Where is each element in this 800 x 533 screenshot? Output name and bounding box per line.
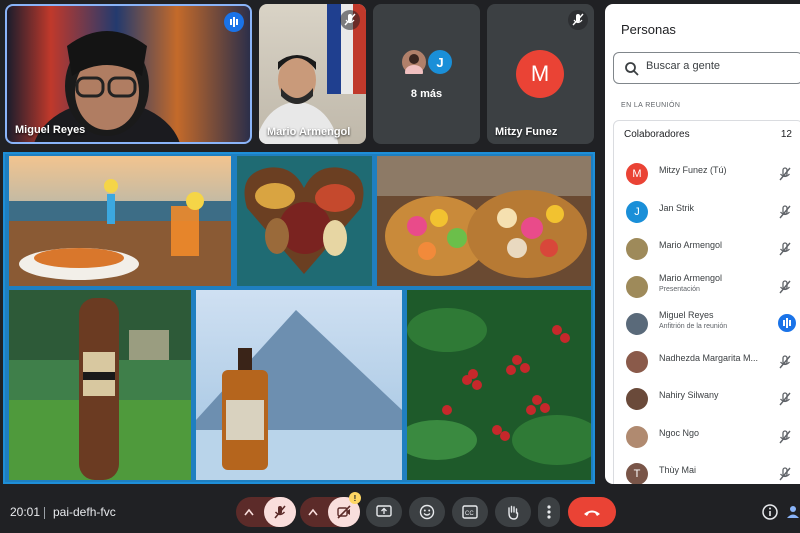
section-label: EN LA REUNIÓN (621, 102, 681, 109)
panel-title: Personas (621, 22, 676, 37)
speaking-indicator-icon (224, 12, 244, 32)
avatar: M (516, 50, 564, 98)
participant-row[interactable]: Mario Armengol Presentación (614, 270, 800, 306)
reactions-button[interactable] (409, 497, 445, 527)
participant-name: Nahiry Silwany (659, 390, 719, 400)
participant-name: Nadhezda Margarita M... (659, 352, 759, 363)
avatar: T (626, 463, 648, 484)
group-title[interactable]: Colaboradores (624, 129, 690, 140)
clock: 20:01 (10, 505, 41, 519)
shared-presentation[interactable] (3, 152, 595, 484)
mic-off-icon[interactable] (776, 390, 794, 408)
mic-off-icon[interactable] (776, 428, 794, 446)
mic-options-button[interactable] (236, 497, 262, 527)
mic-toggle-button[interactable] (264, 497, 296, 527)
camera-warning-badge: ! (349, 492, 361, 504)
participant-role: Anfitrión de la reunión (659, 323, 728, 330)
emoji-icon (419, 504, 435, 520)
avatar (626, 238, 648, 260)
chevron-up-icon (244, 508, 254, 516)
participant-row[interactable]: Ngoc Ngo (614, 420, 800, 456)
camera-off-icon (337, 505, 351, 519)
group-count: 12 (780, 129, 792, 140)
participant-row[interactable]: Miguel Reyes Anfitrión de la reunión (614, 307, 800, 343)
search-input[interactable] (646, 60, 796, 72)
avatar (400, 48, 428, 76)
participant-name: Miguel Reyes (659, 310, 714, 320)
chevron-up-icon (308, 508, 318, 516)
camera-options-button[interactable] (300, 497, 326, 527)
photo-cigar (9, 290, 191, 480)
participant-name: Thùy Mai (659, 465, 697, 475)
mic-off-icon[interactable] (776, 353, 794, 371)
more-count: 8 más (410, 88, 443, 100)
divider (44, 507, 45, 519)
participant-row[interactable]: Mario Armengol (614, 232, 800, 268)
collaborators-group: Colaboradores 12 M Mitzy Funez (Tú) J Jan S… (613, 120, 800, 484)
meeting-info-button[interactable] (760, 502, 780, 522)
mic-off-icon (568, 10, 588, 30)
mic-off-icon[interactable] (776, 165, 794, 183)
participant-name: Ngoc Ngo (659, 427, 700, 438)
tile-mitzy-funez[interactable]: M Mitzy Funez (487, 4, 594, 144)
present-screen-button[interactable] (366, 497, 402, 527)
info-icon (762, 504, 778, 520)
leave-call-button[interactable] (568, 497, 616, 527)
avatar: M (626, 163, 648, 185)
participant-name: Mario Armengol (267, 126, 351, 138)
more-vert-icon (547, 505, 551, 519)
speaking-indicator-icon[interactable] (778, 314, 796, 332)
avatar (626, 425, 648, 448)
svg-text:CC: CC (465, 511, 474, 517)
avatar (626, 313, 648, 335)
avatar: J (426, 48, 454, 76)
participant-row[interactable]: Nahiry Silwany (614, 382, 800, 418)
hang-up-icon (584, 510, 600, 516)
tile-mario-armengol[interactable]: Mario Armengol (259, 4, 366, 144)
present-screen-icon (376, 505, 392, 517)
photo-beach-dinner (9, 156, 231, 286)
participant-row[interactable]: Nadhezda Margarita M... (614, 345, 800, 381)
participant-name: Mario Armengol (659, 272, 723, 283)
people-icon (787, 506, 799, 518)
search-box[interactable] (613, 52, 800, 84)
photo-sweets-basket (377, 156, 591, 286)
participant-name: Mitzy Funez (Tú) (659, 165, 727, 175)
raise-hand-icon (508, 505, 519, 520)
participant-row[interactable]: M Mitzy Funez (Tú) (614, 157, 800, 193)
mic-off-icon[interactable] (776, 203, 794, 221)
meeting-code: pai-defh-fvc (53, 505, 116, 519)
microphone-control (236, 497, 296, 527)
more-options-button[interactable] (538, 497, 560, 527)
captions-button[interactable]: CC (452, 497, 488, 527)
participant-name: Miguel Reyes (15, 124, 86, 136)
mic-off-icon[interactable] (776, 240, 794, 258)
tile-miguel-reyes[interactable]: Miguel Reyes (5, 4, 252, 144)
avatar (626, 388, 648, 410)
avatar (626, 350, 648, 373)
mic-off-icon[interactable] (776, 465, 794, 483)
mic-off-icon (340, 10, 360, 30)
people-button[interactable] (786, 502, 800, 522)
participant-name: Mario Armengol (659, 240, 723, 250)
search-icon (625, 62, 639, 76)
participant-name: Mitzy Funez (495, 126, 558, 138)
tile-more-participants[interactable]: J 8 más (373, 4, 480, 144)
raise-hand-button[interactable] (495, 497, 531, 527)
avatar: J (626, 200, 648, 223)
photo-rum-bottle (196, 290, 402, 480)
avatar (626, 275, 648, 298)
photo-heart-platter (237, 156, 372, 286)
participant-role: Presentación (659, 285, 700, 293)
photo-coffee-cherries (407, 290, 591, 480)
mic-off-icon (274, 505, 286, 519)
captions-icon: CC (462, 505, 478, 519)
mic-off-icon[interactable] (776, 278, 794, 296)
participant-row[interactable]: J Jan Strik (614, 195, 800, 231)
participant-row[interactable]: T Thùy Mai (614, 457, 800, 484)
people-panel: Personas EN LA REUNIÓN Colaboradores 12 … (605, 4, 800, 484)
participant-name: Jan Strik (659, 202, 695, 213)
